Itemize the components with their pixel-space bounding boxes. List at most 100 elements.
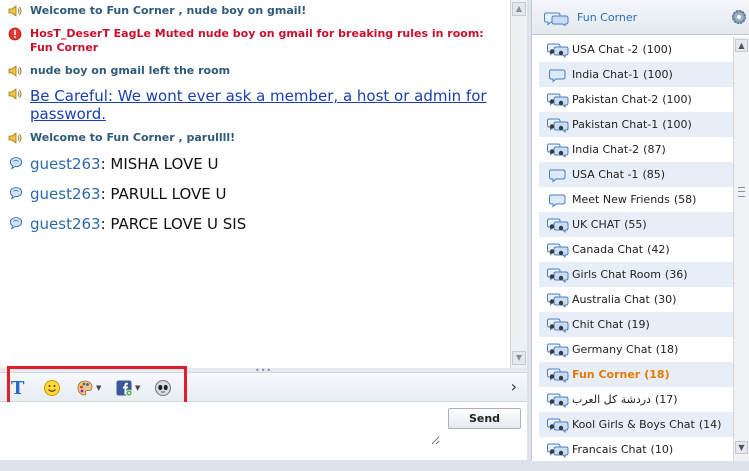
chat-bubble-icon	[9, 157, 23, 170]
chat-message: Welcome to Fun Corner , parullll!	[0, 131, 510, 145]
room-user-count: (100)	[643, 68, 673, 81]
group-chat-icon	[547, 293, 569, 308]
room-name: دردشة كل العرب	[572, 393, 651, 406]
room-item[interactable]: Meet New Friends (58)	[539, 187, 739, 212]
room-name: Chit Chat	[572, 318, 624, 331]
single-chat-icon	[549, 69, 566, 83]
room-item[interactable]: Francais Chat (10)	[539, 437, 739, 461]
room-user-count: (30)	[653, 293, 677, 306]
room-name: Pakistan Chat-2	[572, 93, 659, 106]
speaker-icon	[8, 5, 22, 17]
group-chat-icon	[547, 143, 569, 158]
message-text[interactable]: Be Careful: We wont ever ask a member, a…	[30, 87, 487, 123]
room-item[interactable]: USA Chat -1 (85)	[539, 162, 739, 187]
room-item[interactable]: Kool Girls & Boys Chat (14)	[539, 412, 739, 437]
chat-message: guest263: PARULL LOVE U	[0, 184, 510, 204]
room-item[interactable]: USA Chat -2 (100)	[539, 37, 739, 62]
chat-bubble-icon	[9, 217, 23, 230]
room-name: Canada Chat	[572, 243, 644, 256]
chat-message: guest263: PARCE LOVE U SIS	[0, 214, 510, 234]
group-chat-icon	[547, 368, 569, 383]
room-item[interactable]: India Chat-2 (87)	[539, 137, 739, 162]
room-name: Pakistan Chat-1	[572, 118, 659, 131]
room-user-count: (36)	[664, 268, 688, 281]
room-item[interactable]: Fun Corner (18)	[539, 362, 739, 387]
message-sender[interactable]: guest263	[30, 155, 101, 173]
room-user-count: (100)	[662, 93, 692, 106]
group-chat-icon	[547, 318, 569, 333]
room-name: USA Chat -1	[572, 168, 639, 181]
room-name: Germany Chat	[572, 343, 652, 356]
scroll-down-button[interactable]: ▼	[512, 351, 526, 365]
room-scroll-up-button[interactable]: ▲	[735, 39, 748, 52]
room-name: Fun Corner	[572, 368, 641, 381]
room-user-count: (55)	[624, 218, 647, 231]
group-chat-icon	[547, 93, 569, 108]
message-sender[interactable]: guest263	[30, 215, 101, 233]
message-sender[interactable]: guest263	[30, 185, 101, 203]
room-user-count: (14)	[698, 418, 722, 431]
room-item[interactable]: دردشة كل العرب (17)	[539, 387, 739, 412]
message-input-area: Send	[0, 402, 527, 460]
room-name: Kool Girls & Boys Chat	[572, 418, 695, 431]
group-chat-icon	[547, 118, 569, 133]
room-scrollbar[interactable]: ▲ ▼	[733, 37, 749, 461]
room-item[interactable]: Girls Chat Room (36)	[539, 262, 739, 287]
room-item[interactable]: Pakistan Chat-1 (100)	[539, 112, 739, 137]
chat-message: HosT_DeserT EagLe Muted nude boy on gmai…	[0, 27, 510, 55]
chat-message: nude boy on gmail left the room	[0, 64, 510, 78]
speaker-icon	[8, 65, 22, 77]
scroll-grip-icon[interactable]	[738, 187, 745, 197]
room-name: Australia Chat	[572, 293, 650, 306]
room-user-count: (18)	[655, 343, 679, 356]
speaker-icon	[8, 88, 22, 100]
room-item[interactable]: Pakistan Chat-2 (100)	[539, 87, 739, 112]
room-item[interactable]: India Chat-1 (100)	[539, 62, 739, 87]
message-text: Welcome to Fun Corner , nude boy on gmai…	[30, 4, 307, 17]
chat-app-window: Welcome to Fun Corner , nude boy on gmai…	[0, 0, 749, 471]
single-chat-icon	[549, 169, 566, 183]
message-scrollbar[interactable]: ▲ ▼	[510, 0, 527, 368]
room-user-count: (42)	[647, 243, 670, 256]
room-chat-icon	[544, 12, 569, 26]
group-chat-icon	[547, 443, 569, 458]
room-item[interactable]: Australia Chat (30)	[539, 287, 739, 312]
room-list: USA Chat -2 (100) India Chat-1 (100) Pakista…	[539, 37, 739, 461]
room-user-count: (19)	[627, 318, 650, 331]
group-chat-icon	[547, 343, 569, 358]
chevron-right-icon[interactable]: ›	[511, 377, 517, 396]
room-user-count: (100)	[642, 43, 673, 56]
message-text: MISHA LOVE U	[110, 155, 219, 173]
chat-bubble-icon	[9, 187, 23, 200]
room-name: India Chat-1	[572, 68, 640, 81]
group-chat-icon	[547, 43, 569, 58]
message-input[interactable]	[4, 405, 440, 445]
group-chat-icon	[547, 243, 569, 258]
room-item[interactable]: UK CHAT (55)	[539, 212, 739, 237]
room-header-title: Fun Corner	[577, 11, 638, 24]
message-text: PARULL LOVE U	[110, 185, 227, 203]
chat-message: guest263: MISHA LOVE U	[0, 154, 510, 174]
room-user-count: (58)	[673, 193, 697, 206]
room-user-count: (87)	[643, 143, 666, 156]
room-name: Girls Chat Room	[572, 268, 661, 281]
room-name: India Chat-2	[572, 143, 640, 156]
message-text: HosT_DeserT EagLe Muted nude boy on gmai…	[30, 27, 484, 54]
room-user-count: (17)	[654, 393, 678, 406]
room-pane: Fun Corner USA Chat -2 (100) India Chat-1(…	[531, 0, 749, 461]
room-item[interactable]: Canada Chat (42)	[539, 237, 739, 262]
gear-icon[interactable]	[730, 8, 748, 26]
send-button[interactable]: Send	[448, 408, 521, 429]
message-text: PARCE LOVE U SIS	[110, 215, 247, 233]
group-chat-icon	[547, 393, 569, 408]
chat-pane: Welcome to Fun Corner , nude boy on gmai…	[0, 0, 527, 368]
warning-icon	[8, 27, 22, 41]
room-user-count: (100)	[662, 118, 692, 131]
room-user-count: (18)	[644, 368, 670, 381]
scroll-up-button[interactable]: ▲	[512, 2, 526, 16]
room-item[interactable]: Chit Chat (19)	[539, 312, 739, 337]
room-name: Francais Chat	[572, 443, 647, 456]
room-scroll-down-button[interactable]: ▼	[735, 441, 748, 454]
room-item[interactable]: Germany Chat (18)	[539, 337, 739, 362]
room-name: UK CHAT	[572, 218, 621, 231]
